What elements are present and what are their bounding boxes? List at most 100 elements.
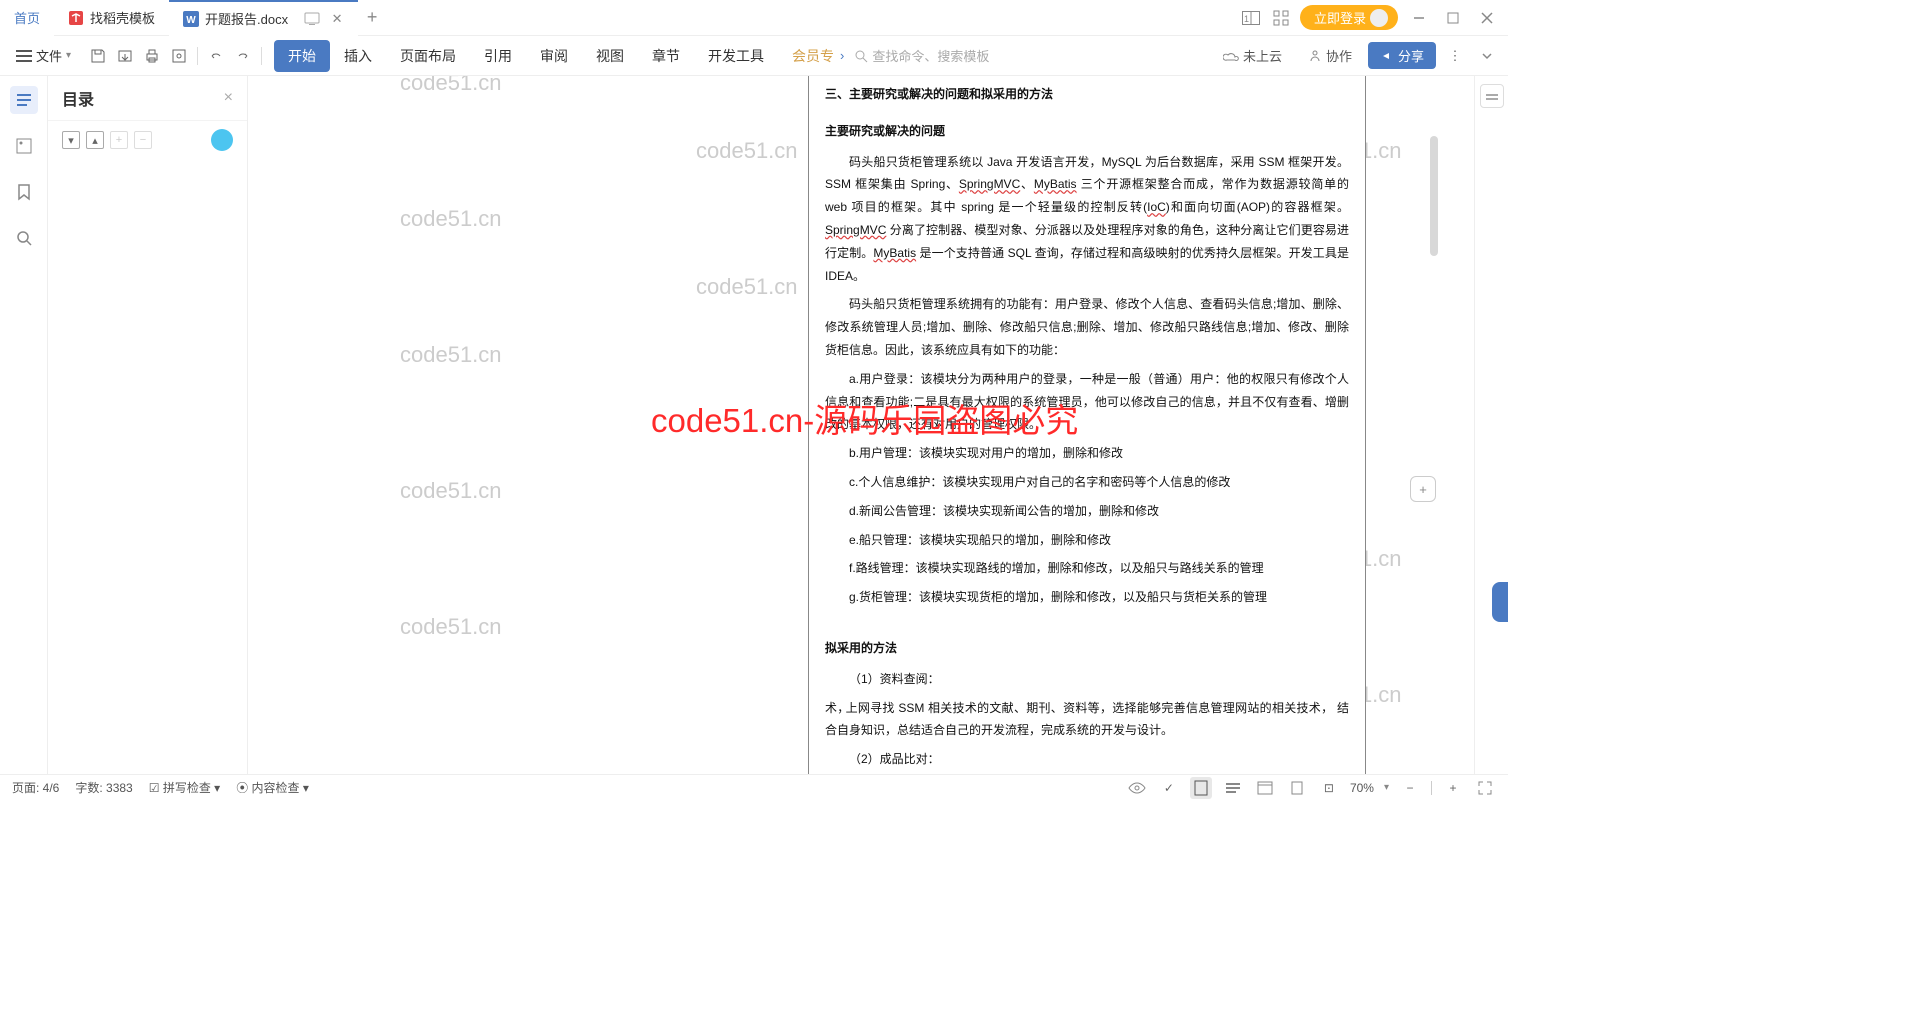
title-bar: 首页 找稻壳模板 W 开题报告.docx ✕ + 1 立即登录 bbox=[0, 0, 1508, 36]
word-icon: W bbox=[183, 11, 199, 27]
collapse-all-icon[interactable]: ▾ bbox=[62, 131, 80, 149]
watermark-overlay: code51.cn-源码乐园盗图必究 bbox=[651, 394, 1078, 442]
svg-text:1: 1 bbox=[1244, 14, 1249, 24]
redo-icon[interactable] bbox=[230, 43, 256, 69]
list-item: d.新闻公告管理：该模块实现新闻公告的增加，删除和修改 bbox=[825, 500, 1349, 523]
expand-all-icon[interactable]: ▴ bbox=[86, 131, 104, 149]
add-heading-icon[interactable]: + bbox=[110, 131, 128, 149]
tab-home[interactable]: 首页 bbox=[0, 0, 54, 36]
ruler-icon[interactable] bbox=[1286, 777, 1308, 799]
paragraph: 码头船只货柜管理系统以 Java 开发语言开发，MySQL 为后台数据库，采用 … bbox=[825, 151, 1349, 288]
ribbon-tab-chapter[interactable]: 章节 bbox=[638, 40, 694, 72]
ribbon-tab-start[interactable]: 开始 bbox=[274, 40, 330, 72]
titlebar-right: 1 立即登录 bbox=[1240, 5, 1508, 31]
minimize-button[interactable] bbox=[1406, 5, 1432, 31]
right-rail bbox=[1474, 76, 1508, 774]
word-count[interactable]: 字数: 3383 bbox=[75, 779, 132, 796]
add-comment-icon[interactable]: + bbox=[1410, 476, 1436, 502]
ribbon-tab-member[interactable]: 会员专 bbox=[778, 40, 848, 72]
search-box[interactable]: 查找命令、搜索模板 bbox=[846, 42, 997, 69]
badge-icon[interactable] bbox=[211, 129, 233, 151]
ribbon-tab-review[interactable]: 审阅 bbox=[526, 40, 582, 72]
outline-tools: ▾ ▴ + − bbox=[48, 121, 247, 159]
ribbon-tab-insert[interactable]: 插入 bbox=[330, 40, 386, 72]
method-item: （1）资料查阅： bbox=[825, 668, 1349, 691]
tab-label: 开题报告.docx bbox=[205, 9, 288, 28]
close-icon[interactable]: ✕ bbox=[330, 12, 344, 26]
share-label: 分享 bbox=[1398, 46, 1424, 65]
collapse-ribbon-icon[interactable] bbox=[1474, 43, 1500, 69]
template-icon bbox=[68, 10, 84, 26]
tab-label: 首页 bbox=[14, 8, 40, 27]
side-expand-tab[interactable] bbox=[1492, 582, 1508, 622]
preview-icon[interactable] bbox=[166, 43, 192, 69]
avatar-icon bbox=[1370, 9, 1388, 27]
nav-icon[interactable] bbox=[10, 132, 38, 160]
zoom-in-icon[interactable]: + bbox=[1442, 777, 1464, 799]
zoom-out-icon[interactable]: − bbox=[1399, 777, 1421, 799]
web-view-icon[interactable] bbox=[1254, 777, 1276, 799]
layout-icon[interactable]: 1 bbox=[1240, 7, 1262, 29]
maximize-button[interactable] bbox=[1440, 5, 1466, 31]
export-icon[interactable] bbox=[112, 43, 138, 69]
share-button[interactable]: 分享 bbox=[1368, 42, 1436, 69]
print-icon[interactable] bbox=[139, 43, 165, 69]
share-icon bbox=[1380, 49, 1394, 63]
zoom-level[interactable]: 70% bbox=[1350, 781, 1374, 795]
watermark: code51.cn bbox=[400, 342, 502, 368]
menu-button[interactable]: 文件▾ bbox=[8, 42, 79, 69]
hamburger-icon bbox=[16, 50, 32, 62]
ribbon-tab-devtools[interactable]: 开发工具 bbox=[694, 40, 778, 72]
outline-view-icon[interactable] bbox=[1222, 777, 1244, 799]
paragraph: 术，上网寻找 SSM 相关技术的文献、期刊、资料等，选择能够完善信息管理网站的相… bbox=[825, 697, 1349, 743]
section-title: 三、主要研究或解决的问题和拟采用的方法 bbox=[825, 83, 1349, 106]
coop-button[interactable]: 协作 bbox=[1298, 42, 1362, 69]
login-button[interactable]: 立即登录 bbox=[1300, 5, 1398, 30]
quick-access bbox=[85, 43, 266, 69]
cloud-button[interactable]: 未上云 bbox=[1213, 42, 1292, 69]
page-count[interactable]: 页面: 4/6 bbox=[12, 779, 59, 796]
watermark: code51.cn bbox=[696, 138, 798, 164]
watermark: code51.cn bbox=[400, 76, 502, 96]
watermark: code51.cn bbox=[400, 614, 502, 640]
heading: 主要研究或解决的问题 bbox=[825, 120, 1349, 143]
tab-add[interactable]: + bbox=[358, 7, 386, 28]
zoom-reset-icon[interactable]: ⊡ bbox=[1318, 777, 1340, 799]
close-panel-icon[interactable]: × bbox=[224, 89, 233, 107]
find-icon[interactable] bbox=[10, 224, 38, 252]
tab-template[interactable]: 找稻壳模板 bbox=[54, 0, 169, 36]
more-icon[interactable]: ⋮ bbox=[1442, 43, 1468, 69]
toolbar: 文件▾ 开始 插入 页面布局 引用 审阅 视图 章节 开发工具 会员专 › 查找… bbox=[0, 36, 1508, 76]
outline-icon[interactable] bbox=[10, 86, 38, 114]
remove-heading-icon[interactable]: − bbox=[134, 131, 152, 149]
device-icon[interactable] bbox=[304, 12, 320, 26]
ribbon-tab-layout[interactable]: 页面布局 bbox=[386, 40, 470, 72]
document-canvas[interactable]: code51.cn code51.cn code51.cn code51.cn … bbox=[248, 76, 1474, 774]
status-bar: 页面: 4/6 字数: 3383 ☑ 拼写检查 ▾ ⦿ 内容检查 ▾ ✓ ⊡ 7… bbox=[0, 774, 1508, 800]
file-label: 文件 bbox=[36, 46, 62, 65]
undo-icon[interactable] bbox=[203, 43, 229, 69]
heading: 拟采用的方法 bbox=[825, 637, 1349, 660]
panel-toggle-icon[interactable] bbox=[1480, 84, 1504, 108]
scrollbar-thumb[interactable] bbox=[1430, 136, 1438, 256]
list-item: g.货柜管理：该模块实现货柜的增加，删除和修改，以及船只与货柜关系的管理 bbox=[825, 586, 1349, 609]
bookmark-icon[interactable] bbox=[10, 178, 38, 206]
cloud-label: 未上云 bbox=[1243, 46, 1282, 65]
close-button[interactable] bbox=[1474, 5, 1500, 31]
eye-icon[interactable] bbox=[1126, 777, 1148, 799]
read-mode-icon[interactable]: ✓ bbox=[1158, 777, 1180, 799]
ribbon-tabs: 开始 插入 页面布局 引用 审阅 视图 章节 开发工具 会员专 › bbox=[274, 40, 844, 72]
svg-text:W: W bbox=[186, 15, 196, 26]
tab-document[interactable]: W 开题报告.docx ✕ bbox=[169, 0, 358, 36]
page-view-icon[interactable] bbox=[1190, 777, 1212, 799]
save-icon[interactable] bbox=[85, 43, 111, 69]
apps-icon[interactable] bbox=[1270, 7, 1292, 29]
ribbon-tab-view[interactable]: 视图 bbox=[582, 40, 638, 72]
fullscreen-icon[interactable] bbox=[1474, 777, 1496, 799]
paragraph: 码头船只货柜管理系统拥有的功能有：用户登录、修改个人信息、查看码头信息;增加、删… bbox=[825, 293, 1349, 361]
list-item: f.路线管理：该模块实现路线的增加，删除和修改，以及船只与路线关系的管理 bbox=[825, 557, 1349, 580]
content-check[interactable]: ⦿ 内容检查 ▾ bbox=[236, 779, 309, 796]
ribbon-tab-reference[interactable]: 引用 bbox=[470, 40, 526, 72]
spell-check[interactable]: ☑ 拼写检查 ▾ bbox=[149, 779, 220, 796]
list-item: c.个人信息维护：该模块实现用户对自己的名字和密码等个人信息的修改 bbox=[825, 471, 1349, 494]
